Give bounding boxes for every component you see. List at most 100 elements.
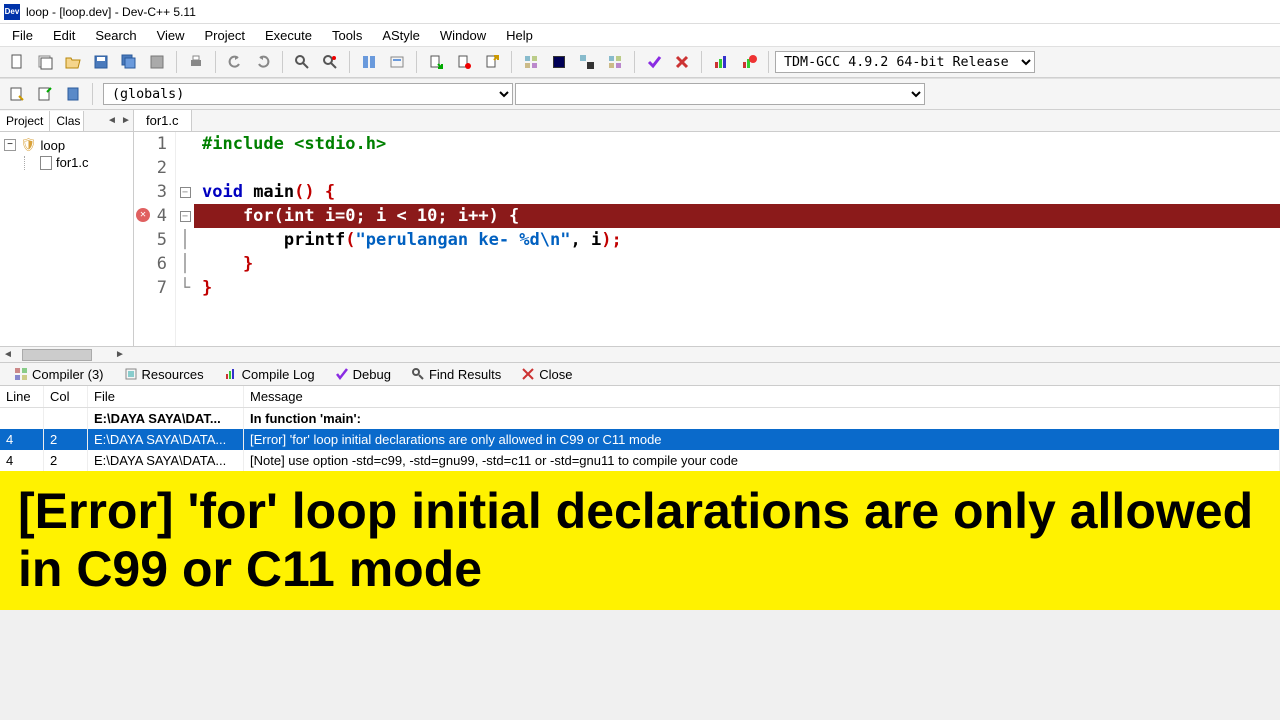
error-line[interactable]: for(int i=0; i < 10; i++) { <box>194 204 1280 228</box>
col-message[interactable]: Message <box>244 386 1280 407</box>
menu-search[interactable]: Search <box>87 26 144 45</box>
menu-edit[interactable]: Edit <box>45 26 83 45</box>
separator <box>701 51 702 73</box>
scroll-left-icon[interactable]: ◄ <box>0 349 16 360</box>
compiler-row[interactable]: E:\DAYA SAYA\DAT...In function 'main': <box>0 408 1280 429</box>
line-number: 5 <box>134 228 167 252</box>
app-icon: Dev <box>4 4 20 20</box>
member-select[interactable] <box>515 83 925 105</box>
tab-compiler[interactable]: Compiler (3) <box>4 364 114 385</box>
new-file-button[interactable] <box>4 49 30 75</box>
scroll-thumb[interactable] <box>22 349 92 361</box>
separator <box>416 51 417 73</box>
scope-select[interactable]: (globals) <box>103 83 513 105</box>
bookmark-button[interactable] <box>384 49 410 75</box>
separator <box>92 83 93 105</box>
tree-root[interactable]: − 🛡 loop <box>4 136 129 154</box>
menubar: File Edit Search View Project Execute To… <box>0 24 1280 46</box>
toolbar-main: TDM-GCC 4.9.2 64-bit Release <box>0 46 1280 78</box>
separator <box>634 51 635 73</box>
menu-view[interactable]: View <box>149 26 193 45</box>
toggle-button[interactable] <box>451 49 477 75</box>
tab-project[interactable]: Project <box>0 111 50 131</box>
fold-toggle[interactable]: − <box>180 187 191 198</box>
compiler-select[interactable]: TDM-GCC 4.9.2 64-bit Release <box>775 51 1035 73</box>
fold-toggle[interactable]: − <box>180 211 191 222</box>
search-icon <box>411 367 425 381</box>
goto-bookmark-button[interactable] <box>479 49 505 75</box>
rebuild-button[interactable] <box>602 49 628 75</box>
new-project-button[interactable] <box>32 49 58 75</box>
line-number: 7 <box>134 276 167 300</box>
tab-close[interactable]: Close <box>511 364 582 385</box>
close-icon <box>521 367 535 381</box>
check-icon <box>335 367 349 381</box>
run-button[interactable] <box>546 49 572 75</box>
tab-resources[interactable]: Resources <box>114 364 214 385</box>
window-title: loop - [loop.dev] - Dev-C++ 5.11 <box>26 5 196 19</box>
stop-button[interactable] <box>669 49 695 75</box>
find-button[interactable] <box>289 49 315 75</box>
goto-button[interactable] <box>356 49 382 75</box>
tab-scroll-right[interactable]: ► <box>119 115 133 126</box>
compiler-output: Line Col File Message E:\DAYA SAYA\DAT..… <box>0 386 1280 471</box>
hscrollbar[interactable]: ◄ ► <box>0 346 1280 362</box>
compiler-row[interactable]: 42E:\DAYA SAYA\DATA...[Note] use option … <box>0 450 1280 471</box>
menu-window[interactable]: Window <box>432 26 494 45</box>
undo-button[interactable] <box>222 49 248 75</box>
project-tree: − 🛡 loop for1.c <box>0 132 133 175</box>
debug-button[interactable] <box>641 49 667 75</box>
chart-icon <box>224 367 238 381</box>
menu-tools[interactable]: Tools <box>324 26 370 45</box>
save-all-button[interactable] <box>116 49 142 75</box>
open-button[interactable] <box>60 49 86 75</box>
code-editor[interactable]: 1 2 3 ✕4 5 6 7 − − ││└ #include <stdio.h… <box>134 132 1280 346</box>
editor-tab-for1[interactable]: for1.c <box>134 110 192 131</box>
tab-classes[interactable]: Clas <box>50 111 84 131</box>
error-marker-icon[interactable]: ✕ <box>136 208 150 222</box>
save-as-button[interactable] <box>144 49 170 75</box>
separator <box>511 51 512 73</box>
bottom-tabs: Compiler (3) Resources Compile Log Debug… <box>0 362 1280 386</box>
menu-help[interactable]: Help <box>498 26 541 45</box>
gutter: 1 2 3 ✕4 5 6 7 <box>134 132 176 346</box>
line-number: 1 <box>134 132 167 156</box>
tab-debug[interactable]: Debug <box>325 364 401 385</box>
add-button[interactable] <box>32 81 58 107</box>
insert-button[interactable] <box>423 49 449 75</box>
tab-scroll-left[interactable]: ◄ <box>105 115 119 126</box>
separator <box>349 51 350 73</box>
separator <box>282 51 283 73</box>
print-button[interactable] <box>183 49 209 75</box>
redo-button[interactable] <box>250 49 276 75</box>
menu-execute[interactable]: Execute <box>257 26 320 45</box>
separator <box>768 51 769 73</box>
compile-run-button[interactable] <box>574 49 600 75</box>
remove-button[interactable] <box>60 81 86 107</box>
compiler-row[interactable]: 42E:\DAYA SAYA\DATA...[Error] 'for' loop… <box>0 429 1280 450</box>
tree-file[interactable]: for1.c <box>4 154 129 171</box>
col-line[interactable]: Line <box>0 386 44 407</box>
toolbar-scope: (globals) <box>0 78 1280 110</box>
line-number: 3 <box>134 180 167 204</box>
save-button[interactable] <box>88 49 114 75</box>
resources-icon <box>124 367 138 381</box>
replace-button[interactable] <box>317 49 343 75</box>
tree-root-label: loop <box>41 138 66 153</box>
col-col[interactable]: Col <box>44 386 88 407</box>
compile-button[interactable] <box>518 49 544 75</box>
file-icon <box>40 156 52 170</box>
separator <box>176 51 177 73</box>
col-file[interactable]: File <box>88 386 244 407</box>
new-class-button[interactable] <box>4 81 30 107</box>
profile-delete-button[interactable] <box>736 49 762 75</box>
tab-compile-log[interactable]: Compile Log <box>214 364 325 385</box>
menu-project[interactable]: Project <box>197 26 253 45</box>
scroll-right-icon[interactable]: ► <box>112 349 128 360</box>
code-content[interactable]: #include <stdio.h> void main() { for(int… <box>194 132 1280 346</box>
profile-button[interactable] <box>708 49 734 75</box>
menu-astyle[interactable]: AStyle <box>374 26 428 45</box>
tab-find-results[interactable]: Find Results <box>401 364 511 385</box>
expander-icon[interactable]: − <box>4 139 16 151</box>
menu-file[interactable]: File <box>4 26 41 45</box>
